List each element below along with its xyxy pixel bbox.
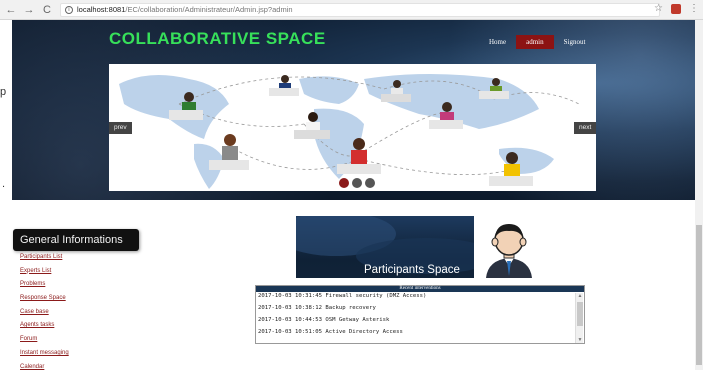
general-informations-heading: General Informations — [13, 229, 139, 251]
sidebar-link-case-base[interactable]: Case base — [20, 308, 69, 322]
nav-home[interactable]: Home — [479, 35, 516, 49]
slider-dot-1[interactable] — [339, 178, 349, 188]
browser-menu-icon[interactable]: ⋮ — [689, 3, 699, 14]
participants-space-banner[interactable]: Participants Space — [296, 216, 544, 278]
sidebar-link-forum[interactable]: Forum — [20, 335, 69, 349]
sidebar-link-experts-list[interactable]: Experts List — [20, 267, 69, 281]
nav-admin[interactable]: admin — [516, 35, 554, 49]
sidebar-link-calendar[interactable]: Calendar — [20, 363, 69, 376]
top-nav: Home admin Signout — [479, 35, 595, 49]
sidebar-link-instant-messaging[interactable]: Instant messaging — [20, 349, 69, 363]
list-item: 2017-10-03 10:31:45 Firewall security (D… — [257, 293, 575, 305]
slider-dots — [339, 178, 375, 188]
sidebar-link-participants-list[interactable]: Participants List — [20, 253, 69, 267]
page-scroll-thumb[interactable] — [696, 225, 702, 365]
scroll-down-icon[interactable]: ▼ — [576, 337, 584, 343]
image-slider — [109, 64, 596, 191]
list-item: 2017-10-03 10:44:53 OSM Getway Asterisk — [257, 317, 575, 329]
recent-interventions-panel: Recent interventions 2017-10-03 10:31:45… — [255, 285, 585, 344]
page-scrollbar[interactable] — [695, 20, 703, 370]
slider-next-button[interactable]: next — [574, 122, 596, 134]
user-avatar-icon — [474, 216, 544, 278]
list-item: 2017-10-03 10:51:05 Active Directory Acc… — [257, 329, 575, 341]
extension-icon[interactable] — [671, 4, 681, 14]
sidebar-link-problems[interactable]: Problems — [20, 280, 69, 294]
participants-space-title: Participants Space — [364, 264, 460, 276]
recent-interventions-title: Recent interventions — [256, 286, 584, 292]
page-edge-dot: . — [2, 178, 5, 190]
scroll-up-icon[interactable]: ▲ — [576, 293, 584, 299]
reload-icon[interactable]: C — [40, 4, 54, 16]
recent-interventions-list[interactable]: 2017-10-03 10:31:45 Firewall security (D… — [257, 293, 575, 341]
address-bar[interactable]: i localhost:8081/EC/collaboration/Admini… — [60, 3, 660, 17]
browser-toolbar: ← → C i localhost:8081/EC/collaboration/… — [0, 0, 703, 20]
world-map-collaboration-image — [109, 64, 596, 191]
list-item: 2017-10-03 10:38:12 Backup recovery — [257, 305, 575, 317]
slider-dot-2[interactable] — [352, 178, 362, 188]
sidebar-links: Participants List Experts List Problems … — [20, 253, 69, 376]
avatar-box — [474, 216, 544, 278]
url-path: /EC/collaboration/Administrateur/Admin.j… — [125, 5, 292, 14]
slider-prev-button[interactable]: prev — [109, 122, 132, 134]
bookmark-star-icon[interactable]: ☆ — [654, 3, 663, 14]
sidebar-link-response-space[interactable]: Response Space — [20, 294, 69, 308]
site-title: COLLABORATIVE SPACE — [109, 29, 326, 49]
scroll-thumb[interactable] — [577, 302, 583, 326]
info-icon[interactable]: i — [65, 6, 73, 14]
page-edge-char: p — [0, 86, 6, 98]
sidebar-link-agents-tasks[interactable]: Agents tasks — [20, 321, 69, 335]
list-scrollbar[interactable]: ▲ ▼ — [575, 293, 583, 343]
slider-dot-3[interactable] — [365, 178, 375, 188]
back-arrow-icon[interactable]: ← — [4, 4, 18, 16]
forward-arrow-icon[interactable]: → — [22, 4, 36, 16]
nav-signout[interactable]: Signout — [554, 35, 596, 49]
url-host: localhost:8081 — [77, 5, 125, 14]
